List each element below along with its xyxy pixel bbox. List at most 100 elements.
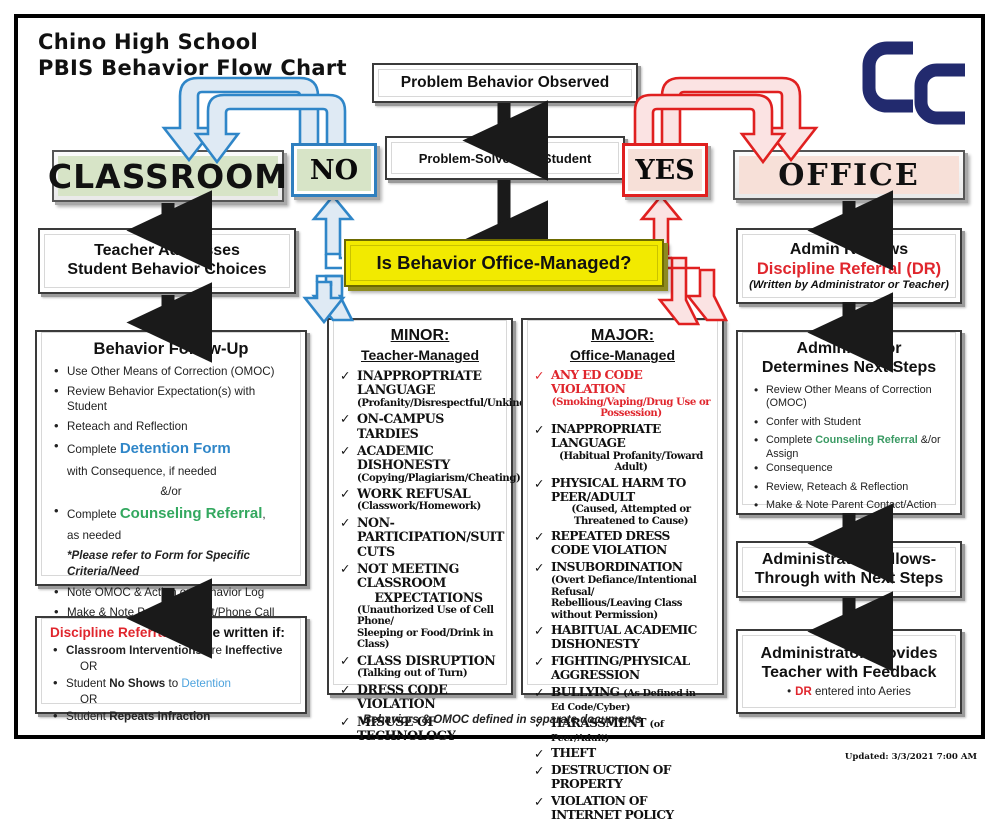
list-item: Complete Counseling Referral &/or Assign (751, 433, 947, 461)
list-item: NON-PARTICIPATION/SUIT CUTS (340, 515, 504, 559)
feedback-bullet: • DR entered into Aeries (787, 686, 911, 698)
list-item-cont: EXPECTATIONS (374, 589, 483, 605)
list-item: FIGHTING/PHYSICAL AGGRESSION (534, 654, 711, 683)
title-line-1: Chino High School (38, 30, 258, 54)
list-item: INAPPROPTRIATE LANGUAGE (340, 368, 500, 398)
chino-cc-logo-icon (857, 26, 977, 131)
major-behavior-list: ANY ED CODE VIOLATION (Smoking/Vaping/Dr… (534, 366, 711, 823)
list-item: INSUBORDINATION (534, 560, 711, 575)
list-item: HABITUAL ACADEMIC DISHONESTY (534, 623, 711, 652)
list-item: Review Other Means of Correction (OMOC) (751, 383, 947, 411)
major-heading: MAJOR: (590, 327, 655, 344)
admin-reviews-note: (Written by Administrator or Teacher) (749, 278, 949, 291)
referral-heading: Discipline Referral may be written if: (50, 625, 285, 640)
list-item-sub: (Copying/Plagiarism/Cheating) (357, 472, 521, 484)
list-item: Review, Reteach & Reflection (751, 480, 947, 496)
list-item-sub: (Talking out of Turn) (357, 668, 468, 680)
discipline-referral-dr-label: Discipline Referral (DR) (756, 259, 942, 278)
problem-behavior-observed-label: Problem Behavior Observed (400, 74, 610, 91)
list-item: ON-CAMPUS TARDIES (340, 412, 500, 441)
dr-rest: entered into Aeries (811, 685, 911, 698)
list-item: THEFT (534, 747, 711, 762)
crit-noshow: No Shows (109, 677, 166, 691)
problem-solve-label: Problem-Solve with Student (418, 150, 592, 166)
teacher-box-line-1: Teacher Addresses (94, 242, 240, 260)
behavior-follow-up-heading: Behavior Follow-Up (93, 340, 249, 358)
major-subheading: Office-Managed (569, 347, 675, 363)
list-item: Reteach and Reflection (51, 418, 291, 435)
list-item: REPEATED DRESS CODE VIOLATION (534, 530, 711, 558)
detention-link: Detention (181, 677, 232, 691)
admin-reviews-line-1: Admin Reviews (789, 241, 909, 259)
list-item: Note OMOC & Action on Behavior Log (51, 584, 291, 601)
detention-pre: Complete (67, 443, 120, 457)
minor-subheading: Teacher-Managed (361, 347, 479, 363)
list-item: Student Repeats Infraction (50, 708, 292, 725)
list-item: Classroom Interventions are Ineffective (50, 642, 292, 659)
list-item-sub: Sleeping or Food/Drink in Class) (357, 627, 494, 651)
list-item: Make & Note Parent Contact/Action (751, 498, 947, 514)
referral-heading-rest: may be written if: (169, 625, 285, 640)
det-pre: Complete (766, 434, 816, 447)
minor-heading: MINOR: (390, 327, 450, 344)
teacher-addresses-box: Teacher Addresses Student Behavior Choic… (38, 228, 296, 294)
list-item: CLASS DISRUPTION (340, 653, 500, 668)
counseling-referral-accent: Counseling Referral (119, 504, 263, 522)
dr-accent: DR (795, 685, 812, 698)
yes-branch-box: YES (622, 143, 708, 197)
title-line-2: PBIS Behavior Flow Chart (38, 55, 347, 80)
list-item: DRESS CODE VIOLATION (340, 682, 500, 712)
list-item-or: OR (80, 660, 98, 674)
updated-timestamp: Updated: 3/3/2021 7:00 AM (844, 752, 977, 762)
determines-line-2: Determines Next Steps (761, 358, 937, 376)
page-title: Chino High School PBIS Behavior Flow Cha… (38, 30, 347, 81)
list-item-sub: (Overt Defiance/Intentional Refusal/ (551, 575, 697, 598)
referral-criteria-list: Classroom Interventions are Ineffective … (50, 642, 292, 729)
list-item-sub: (Habitual Profanity/Toward Adult) (559, 450, 703, 474)
classroom-label: CLASSROOM (47, 156, 289, 196)
list-item: WORK REFUSAL (340, 486, 500, 501)
list-item: DESTRUCTION OF PROPERTY (534, 763, 711, 792)
list-item: INAPPROPRIATE LANGUAGE (534, 422, 711, 451)
list-item-sub: (Profanity/Disrespectful/Unkind) (357, 397, 531, 409)
list-item-sub: (Caused, Attempted or Threatened to Caus… (571, 504, 691, 527)
administrator-provides-feedback-box: Administrator Provides Teacher with Feed… (736, 629, 962, 714)
counseling-pre: Complete (67, 507, 120, 521)
list-item: Use Other Means of Correction (OMOC) (51, 363, 291, 380)
list-item: Confer with Student (751, 415, 947, 431)
behavior-follow-up-box: Behavior Follow-Up Use Other Means of Co… (35, 330, 307, 621)
determines-line-1: Administrator (796, 340, 902, 357)
major-behaviors-box: MAJOR: Office-Managed ANY ED CODE VIOLAT… (521, 318, 724, 822)
crit-pre-2: Student (66, 677, 110, 691)
follows-through-line-2: Through with Next Steps (754, 569, 944, 587)
list-item-cont: Consequence (751, 461, 947, 477)
yes-label: YES (635, 154, 695, 186)
counseling-post: , (262, 507, 266, 521)
list-item: NOT MEETING CLASSROOM (340, 561, 500, 591)
list-item: VIOLATION OF INTERNET POLICY (534, 794, 711, 823)
is-behavior-office-managed-decision: Is Behavior Office-Managed? (344, 239, 664, 287)
minor-behavior-list: INAPPROPTRIATE LANGUAGE (Profanity/Disre… (340, 366, 531, 743)
problem-behavior-observed-box: Problem Behavior Observed (372, 63, 638, 103)
feedback-line-2: Teacher with Feedback (761, 664, 937, 681)
discipline-referral-criteria-box: Discipline Referral may be written if: C… (35, 616, 307, 725)
detention-form-accent: Detention Form (119, 440, 231, 458)
list-item: ANY ED CODE VIOLATION (534, 368, 711, 397)
list-item-sub: (Classwork/Homework) (357, 501, 481, 513)
follows-through-line-1: Administrator Follows- (761, 550, 937, 568)
list-item: Complete Detention Form (51, 438, 291, 459)
list-item: Review Behavior Expectation(s) with Stud… (51, 383, 291, 414)
determines-list: Review Other Means of Correction (OMOC) … (751, 383, 947, 518)
list-item-sub: (Smoking/Vaping/Drug Use or Possession) (551, 396, 711, 420)
crit-mid-2: to (165, 677, 182, 691)
crit-bold-2: Ineffective (225, 644, 283, 657)
behavior-follow-up-list: Use Other Means of Correction (OMOC) Rev… (51, 363, 291, 625)
classroom-banner: CLASSROOM (48, 150, 287, 202)
counseling-referral-accent: Counseling Referral (815, 434, 918, 447)
list-item: BULLYING (As Defined in Ed Code/Cyber) (534, 685, 711, 714)
no-branch-box: NO (291, 143, 377, 197)
minor-behaviors-box: MINOR: Teacher-Managed INAPPROPTRIATE LA… (327, 318, 531, 742)
office-label: OFFICE (778, 157, 920, 193)
admin-reviews-box: Admin Reviews Discipline Referral (DR) (… (736, 228, 962, 304)
footer-note: Behaviors & OMOC defined in separate doc… (363, 714, 642, 726)
